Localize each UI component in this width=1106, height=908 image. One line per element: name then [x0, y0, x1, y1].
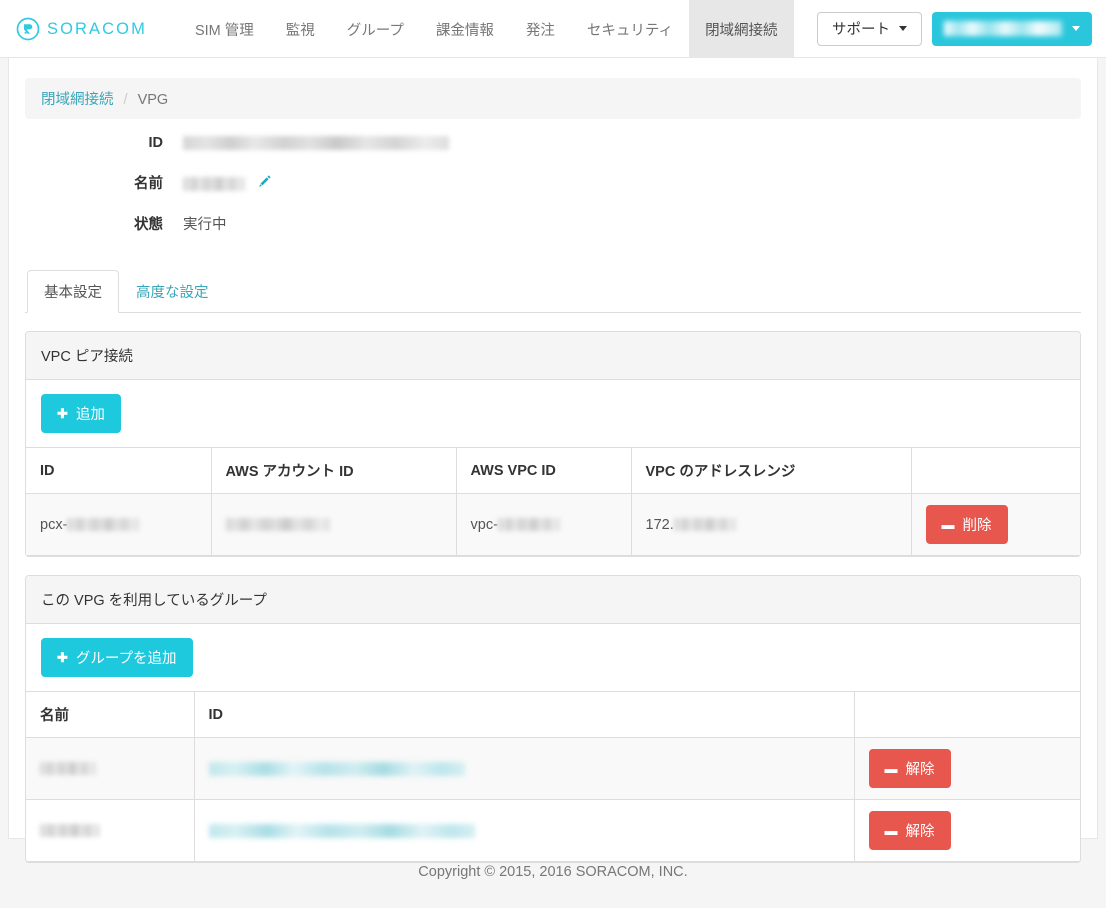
breadcrumb-separator: / [123, 92, 128, 108]
vpg-groups-title: この VPG を利用しているグループ [26, 576, 1080, 625]
nav-item-billing[interactable]: 課金情報 [420, 0, 510, 58]
nav-item-private-network[interactable]: 閉域網接続 [689, 0, 794, 58]
nav-item-order[interactable]: 発注 [510, 0, 571, 58]
column-header-actions [910, 447, 1080, 495]
address-range-redacted [673, 518, 736, 532]
add-vpc-peering-button[interactable]: ✚ 追加 [41, 394, 121, 434]
vpc-peering-toolbar: ✚ 追加 [26, 380, 1080, 447]
page-container: 閉域網接続 / VPG ID 名前 状態 実行中 基本設定 高度な設定 VPC … [8, 58, 1098, 864]
detail-row-name: 名前 [25, 174, 1081, 194]
aws-account-id-redacted [225, 518, 330, 532]
id-value [183, 133, 449, 153]
name-value-redacted [183, 177, 245, 192]
plus-icon: ✚ [57, 406, 68, 422]
account-dropdown-button[interactable] [932, 11, 1092, 46]
breadcrumb: 閉域網接続 / VPG [25, 78, 1081, 119]
cell-address-range: 172. [630, 493, 911, 557]
detach-group-label: 解除 [905, 762, 935, 779]
add-group-label: グループを追加 [75, 651, 177, 668]
vpc-peering-title: VPC ピア接続 [26, 332, 1080, 381]
table-header-row: ID AWS アカウント ID AWS VPC ID VPC のアドレスレンジ [26, 447, 1080, 495]
cell-row-actions: ▬ 削除 [910, 493, 1080, 557]
name-label: 名前 [134, 176, 163, 192]
group-name-redacted [40, 824, 100, 838]
nav-item-security[interactable]: セキュリティ [571, 0, 689, 58]
support-dropdown-button[interactable]: サポート [817, 11, 922, 46]
cell-aws-vpc-id: vpc- [455, 493, 631, 557]
minus-icon: ▬ [884, 761, 898, 777]
column-header-id: ID [26, 447, 211, 495]
name-value [183, 174, 272, 194]
detail-row-id: ID [25, 133, 1081, 153]
support-label: サポート [832, 22, 890, 38]
brand-home-link[interactable]: SORACOM [0, 0, 161, 58]
column-header-aws-account-id: AWS アカウント ID [210, 447, 456, 495]
detach-group-button[interactable]: ▬ 解除 [868, 811, 951, 851]
delete-vpc-peering-button[interactable]: ▬ 削除 [925, 505, 1008, 545]
account-name-redacted [944, 21, 1062, 36]
chevron-down-icon [899, 26, 907, 31]
column-header-group-name: 名前 [26, 691, 194, 739]
table-row: ▬ 解除 [26, 737, 1080, 801]
cell-group-actions: ▬ 解除 [853, 737, 1080, 801]
column-header-group-actions [853, 691, 1080, 739]
vpc-peering-table: ID AWS アカウント ID AWS VPC ID VPC のアドレスレンジ … [26, 447, 1080, 557]
breadcrumb-current: VPG [137, 92, 169, 108]
cell-peering-id: pcx- [26, 493, 211, 557]
detail-row-status: 状態 実行中 [25, 215, 1081, 235]
plus-icon: ✚ [57, 650, 68, 666]
status-label: 状態 [134, 217, 163, 234]
vpg-detail-list: ID 名前 状態 実行中 [25, 119, 1081, 262]
detach-group-label: 解除 [905, 824, 935, 841]
nav-item-group[interactable]: グループ [331, 0, 420, 58]
column-header-address-range: VPC のアドレスレンジ [630, 447, 911, 495]
nav-item-sim[interactable]: SIM 管理 [179, 0, 270, 58]
delete-vpc-peering-label: 削除 [962, 518, 992, 535]
nav-right-group: サポート [817, 0, 1106, 57]
vpc-id-prefix: vpc- [470, 516, 498, 533]
vpg-groups-panel: この VPG を利用しているグループ ✚ グループを追加 名前 ID ▬ 解除 … [25, 575, 1081, 864]
table-row: pcx- vpc- 172. ▬ 削除 [26, 493, 1080, 557]
nav-item-monitoring[interactable]: 監視 [270, 0, 331, 58]
vpc-peering-panel: VPC ピア接続 ✚ 追加 ID AWS アカウント ID AWS VPC ID… [25, 331, 1081, 558]
column-header-aws-vpc-id: AWS VPC ID [455, 447, 631, 495]
top-navbar: SORACOM SIM 管理 監視 グループ 課金情報 発注 セキュリティ 閉域… [0, 0, 1106, 58]
chevron-down-icon [1072, 26, 1080, 31]
group-id-redacted[interactable] [208, 761, 465, 776]
cell-group-name [26, 737, 194, 801]
group-id-redacted[interactable] [208, 823, 475, 838]
settings-tabs: 基本設定 高度な設定 [25, 270, 1081, 314]
copyright-text: Copyright © 2015, 2016 SORACOM, INC. [418, 864, 688, 880]
column-header-group-id: ID [193, 691, 854, 739]
vpc-id-redacted [497, 518, 560, 532]
minus-icon: ▬ [884, 823, 898, 839]
nav-items: SIM 管理 監視 グループ 課金情報 発注 セキュリティ 閉域網接続 [179, 0, 794, 58]
id-value-redacted [183, 136, 449, 151]
peering-id-redacted [67, 518, 140, 532]
status-value: 実行中 [183, 217, 227, 234]
breadcrumb-parent-link[interactable]: 閉域網接続 [41, 92, 114, 108]
add-group-button[interactable]: ✚ グループを追加 [41, 638, 193, 678]
add-vpc-peering-label: 追加 [75, 407, 105, 424]
brand-name: SORACOM [47, 19, 147, 38]
cell-group-id [193, 737, 854, 801]
peering-id-prefix: pcx- [40, 516, 68, 533]
group-name-redacted [40, 762, 96, 776]
id-label: ID [148, 135, 164, 151]
detach-group-button[interactable]: ▬ 解除 [868, 749, 951, 789]
tab-advanced-settings[interactable]: 高度な設定 [119, 270, 226, 313]
tab-basic-settings[interactable]: 基本設定 [27, 270, 119, 314]
vpg-groups-table: 名前 ID ▬ 解除 ▬ 解除 [26, 691, 1080, 863]
address-range-prefix: 172. [645, 516, 674, 533]
minus-icon: ▬ [941, 517, 955, 533]
pencil-icon[interactable] [258, 175, 272, 192]
table-header-row: 名前 ID [26, 691, 1080, 739]
cell-aws-account-id [210, 493, 456, 557]
vpg-groups-toolbar: ✚ グループを追加 [26, 624, 1080, 691]
soracom-circle-logo-icon [16, 17, 40, 41]
